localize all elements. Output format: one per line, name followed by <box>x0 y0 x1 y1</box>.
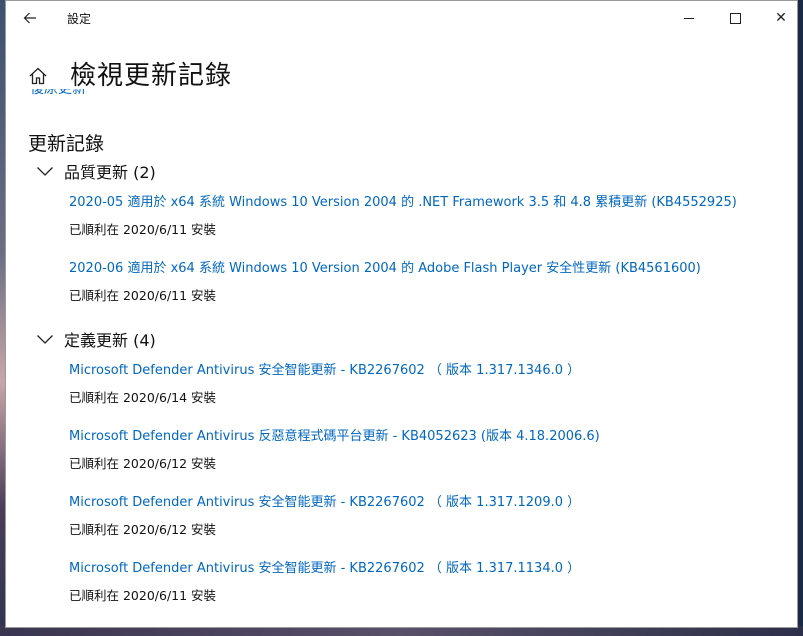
group-definition-updates[interactable]: 定義更新 (4) <box>36 328 156 350</box>
maximize-button[interactable] <box>712 1 758 35</box>
chevron-down-icon <box>37 335 53 344</box>
maximize-icon <box>729 12 741 24</box>
home-button[interactable] <box>28 66 48 86</box>
update-status: 已順利在 2020/6/12 安裝 <box>69 456 217 471</box>
update-link[interactable]: Microsoft Defender Antivirus 安全智能更新 - KB… <box>69 557 580 576</box>
group-label: 定義更新 (4) <box>64 331 156 350</box>
minimize-button[interactable] <box>666 1 712 35</box>
update-status: 已順利在 2020/6/14 安裝 <box>69 390 217 405</box>
minimize-icon <box>684 17 694 19</box>
update-link[interactable]: 2020-05 適用於 x64 系統 Windows 10 Version 20… <box>69 191 737 210</box>
update-status: 已順利在 2020/6/11 安裝 <box>69 222 217 237</box>
page-title: 檢視更新記錄 <box>70 61 233 91</box>
group-quality-updates[interactable]: 品質更新 (2) <box>36 160 156 182</box>
uninstall-updates-link[interactable]: 復原更新 <box>30 89 86 98</box>
group-label: 品質更新 (2) <box>64 163 156 182</box>
back-arrow-icon <box>23 12 36 24</box>
update-link[interactable]: 2020-06 適用於 x64 系統 Windows 10 Version 20… <box>69 257 701 276</box>
window-title: 設定 <box>67 12 92 26</box>
update-status: 已順利在 2020/6/11 安裝 <box>69 288 217 303</box>
update-link[interactable]: Microsoft Defender Antivirus 安全智能更新 - KB… <box>69 491 580 510</box>
history-section-title: 更新記錄 <box>28 133 105 155</box>
update-link[interactable]: Microsoft Defender Antivirus 安全智能更新 - KB… <box>69 359 580 378</box>
title-bar: 設定 ✕ <box>6 1 797 35</box>
update-status: 已順利在 2020/6/12 安裝 <box>69 522 217 537</box>
chevron-down-icon <box>37 167 53 176</box>
close-icon: ✕ <box>775 10 787 26</box>
back-button[interactable] <box>16 7 44 29</box>
uninstall-updates-link-text: 復原更新 <box>30 89 86 97</box>
update-status: 已順利在 2020/6/11 安裝 <box>69 588 217 603</box>
home-icon <box>29 67 47 85</box>
close-button[interactable]: ✕ <box>758 1 797 35</box>
update-link[interactable]: Microsoft Defender Antivirus 反惡意程式碼平台更新 … <box>69 425 600 444</box>
page-header: 檢視更新記錄 <box>6 51 797 95</box>
settings-window: 設定 ✕ 檢視更新記錄 復原更新 更新記錄 品質更新 (2) 2020-05 適… <box>5 0 798 628</box>
